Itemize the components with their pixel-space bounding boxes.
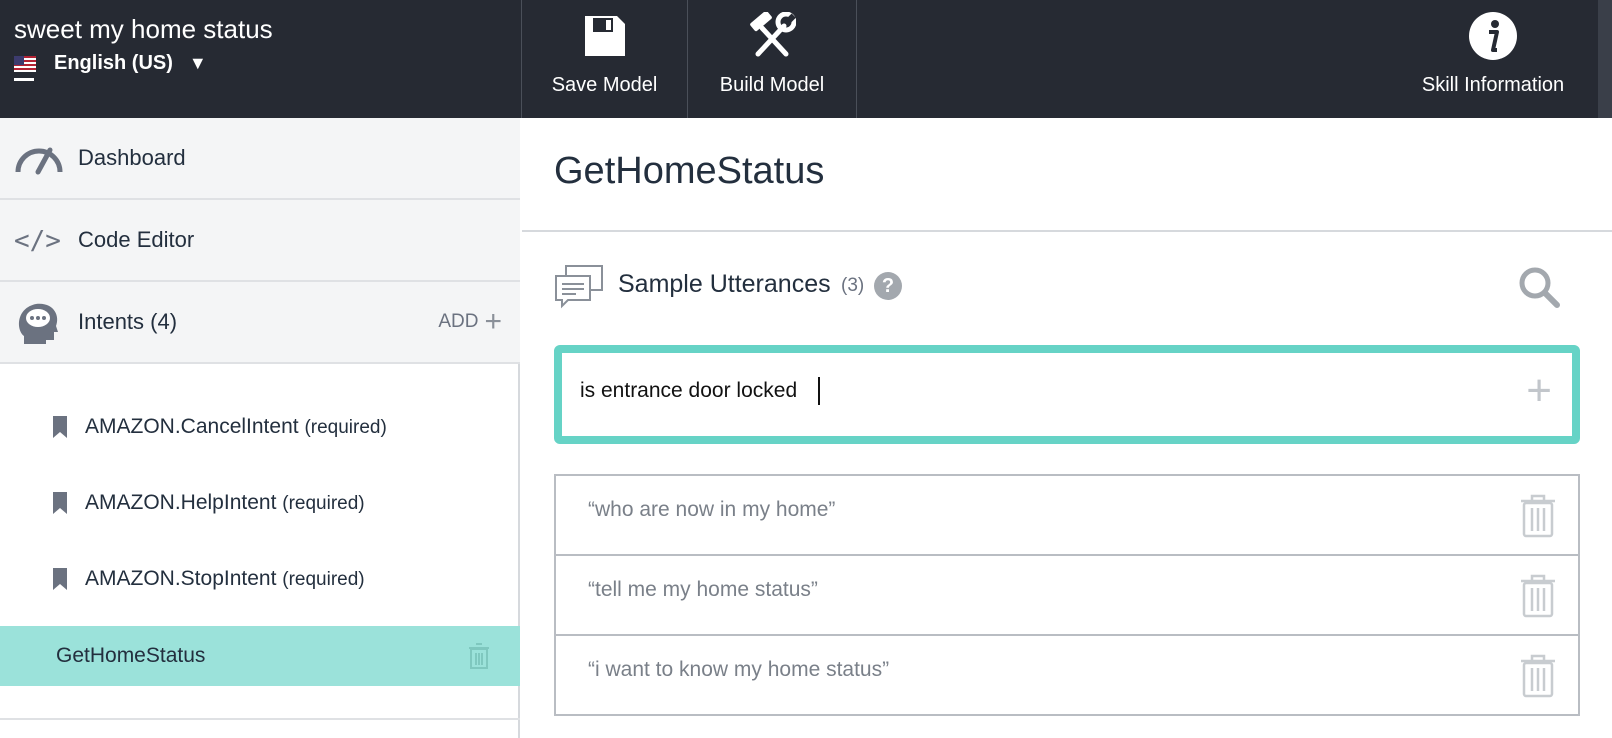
utterance-list: “who are now in my home” “tell me my hom…	[554, 474, 1580, 716]
sidebar: Dashboard </> Code Editor Intents (4) AD…	[0, 118, 520, 738]
us-flag-icon	[14, 55, 36, 72]
sample-utterances-title: Sample Utterances	[618, 270, 831, 298]
build-model-button[interactable]: Build Model	[687, 0, 857, 118]
skill-name: sweet my home status	[14, 14, 273, 44]
locale-selector[interactable]: English (US) ▼	[14, 52, 207, 75]
list-item[interactable]: “i want to know my home status”	[554, 634, 1580, 716]
plus-icon: +	[484, 305, 502, 338]
locale-label: English (US)	[54, 52, 173, 74]
head-chat-icon	[19, 303, 58, 344]
text-cursor	[818, 377, 820, 405]
trash-icon[interactable]	[1520, 654, 1556, 698]
add-label: ADD	[438, 311, 479, 332]
utterance-text: “who are now in my home”	[588, 498, 836, 521]
code-brackets-icon: </>	[14, 226, 61, 256]
utterance-text: “tell me my home status”	[588, 578, 818, 601]
speech-bubbles-icon	[555, 265, 603, 309]
add-intent-button[interactable]: ADD +	[438, 307, 502, 337]
title-divider	[522, 230, 1612, 232]
bookmark-icon	[53, 416, 67, 438]
bookmark-icon	[53, 568, 67, 590]
intent-name: AMAZON.CancelIntent (required)	[85, 415, 387, 438]
trash-icon[interactable]	[1520, 574, 1556, 618]
floppy-disk-icon	[584, 16, 625, 56]
sidebar-divider	[0, 718, 520, 720]
list-item[interactable]: “who are now in my home”	[554, 474, 1580, 556]
sidebar-item-label: Intents (4)	[78, 309, 178, 334]
sidebar-item-label: Code Editor	[78, 227, 195, 252]
page-title: GetHomeStatus	[554, 150, 825, 192]
sample-utterances-count: (3)	[841, 275, 865, 296]
utterance-input[interactable]	[580, 379, 1480, 403]
trash-icon[interactable]	[468, 643, 490, 669]
intent-item-gethomestatus[interactable]: GetHomeStatus	[0, 626, 520, 686]
chevron-down-icon: ▼	[188, 53, 207, 73]
sidebar-item-intents[interactable]: Intents (4) ADD +	[0, 282, 520, 364]
intent-item-help[interactable]: AMAZON.HelpIntent (required)	[0, 473, 520, 533]
intent-name: AMAZON.StopIntent (required)	[85, 567, 365, 590]
bookmark-icon	[53, 492, 67, 514]
trash-icon[interactable]	[1520, 494, 1556, 538]
build-model-label: Build Model	[719, 74, 825, 96]
intent-item-stop[interactable]: AMAZON.StopIntent (required)	[0, 549, 520, 609]
save-model-button[interactable]: Save Model	[521, 0, 687, 118]
info-icon	[1469, 12, 1517, 60]
intent-name: GetHomeStatus	[56, 644, 206, 667]
skill-information-button[interactable]: Skill Information	[1400, 0, 1586, 118]
topbar-scrollbar[interactable]	[1598, 0, 1612, 118]
utterance-input-box: +	[554, 345, 1580, 444]
sidebar-item-label: Dashboard	[78, 145, 186, 170]
sidebar-item-dashboard[interactable]: Dashboard	[0, 118, 520, 200]
hammer-wrench-icon	[750, 12, 796, 57]
intent-name: AMAZON.HelpIntent (required)	[85, 491, 365, 514]
flag-underline	[14, 78, 34, 81]
search-icon[interactable]	[1518, 266, 1560, 308]
intent-item-cancel[interactable]: AMAZON.CancelIntent (required)	[0, 397, 520, 457]
utterance-text: “i want to know my home status”	[588, 658, 890, 681]
skill-information-label: Skill Information	[1421, 74, 1565, 96]
gauge-icon	[15, 147, 63, 175]
save-model-label: Save Model	[551, 74, 658, 96]
add-utterance-button[interactable]: +	[1526, 369, 1552, 413]
question-icon[interactable]: ?	[874, 272, 902, 300]
sidebar-item-code-editor[interactable]: </> Code Editor	[0, 200, 520, 282]
list-item[interactable]: “tell me my home status”	[554, 554, 1580, 636]
top-bar: sweet my home status English (US) ▼ Save…	[0, 0, 1612, 118]
